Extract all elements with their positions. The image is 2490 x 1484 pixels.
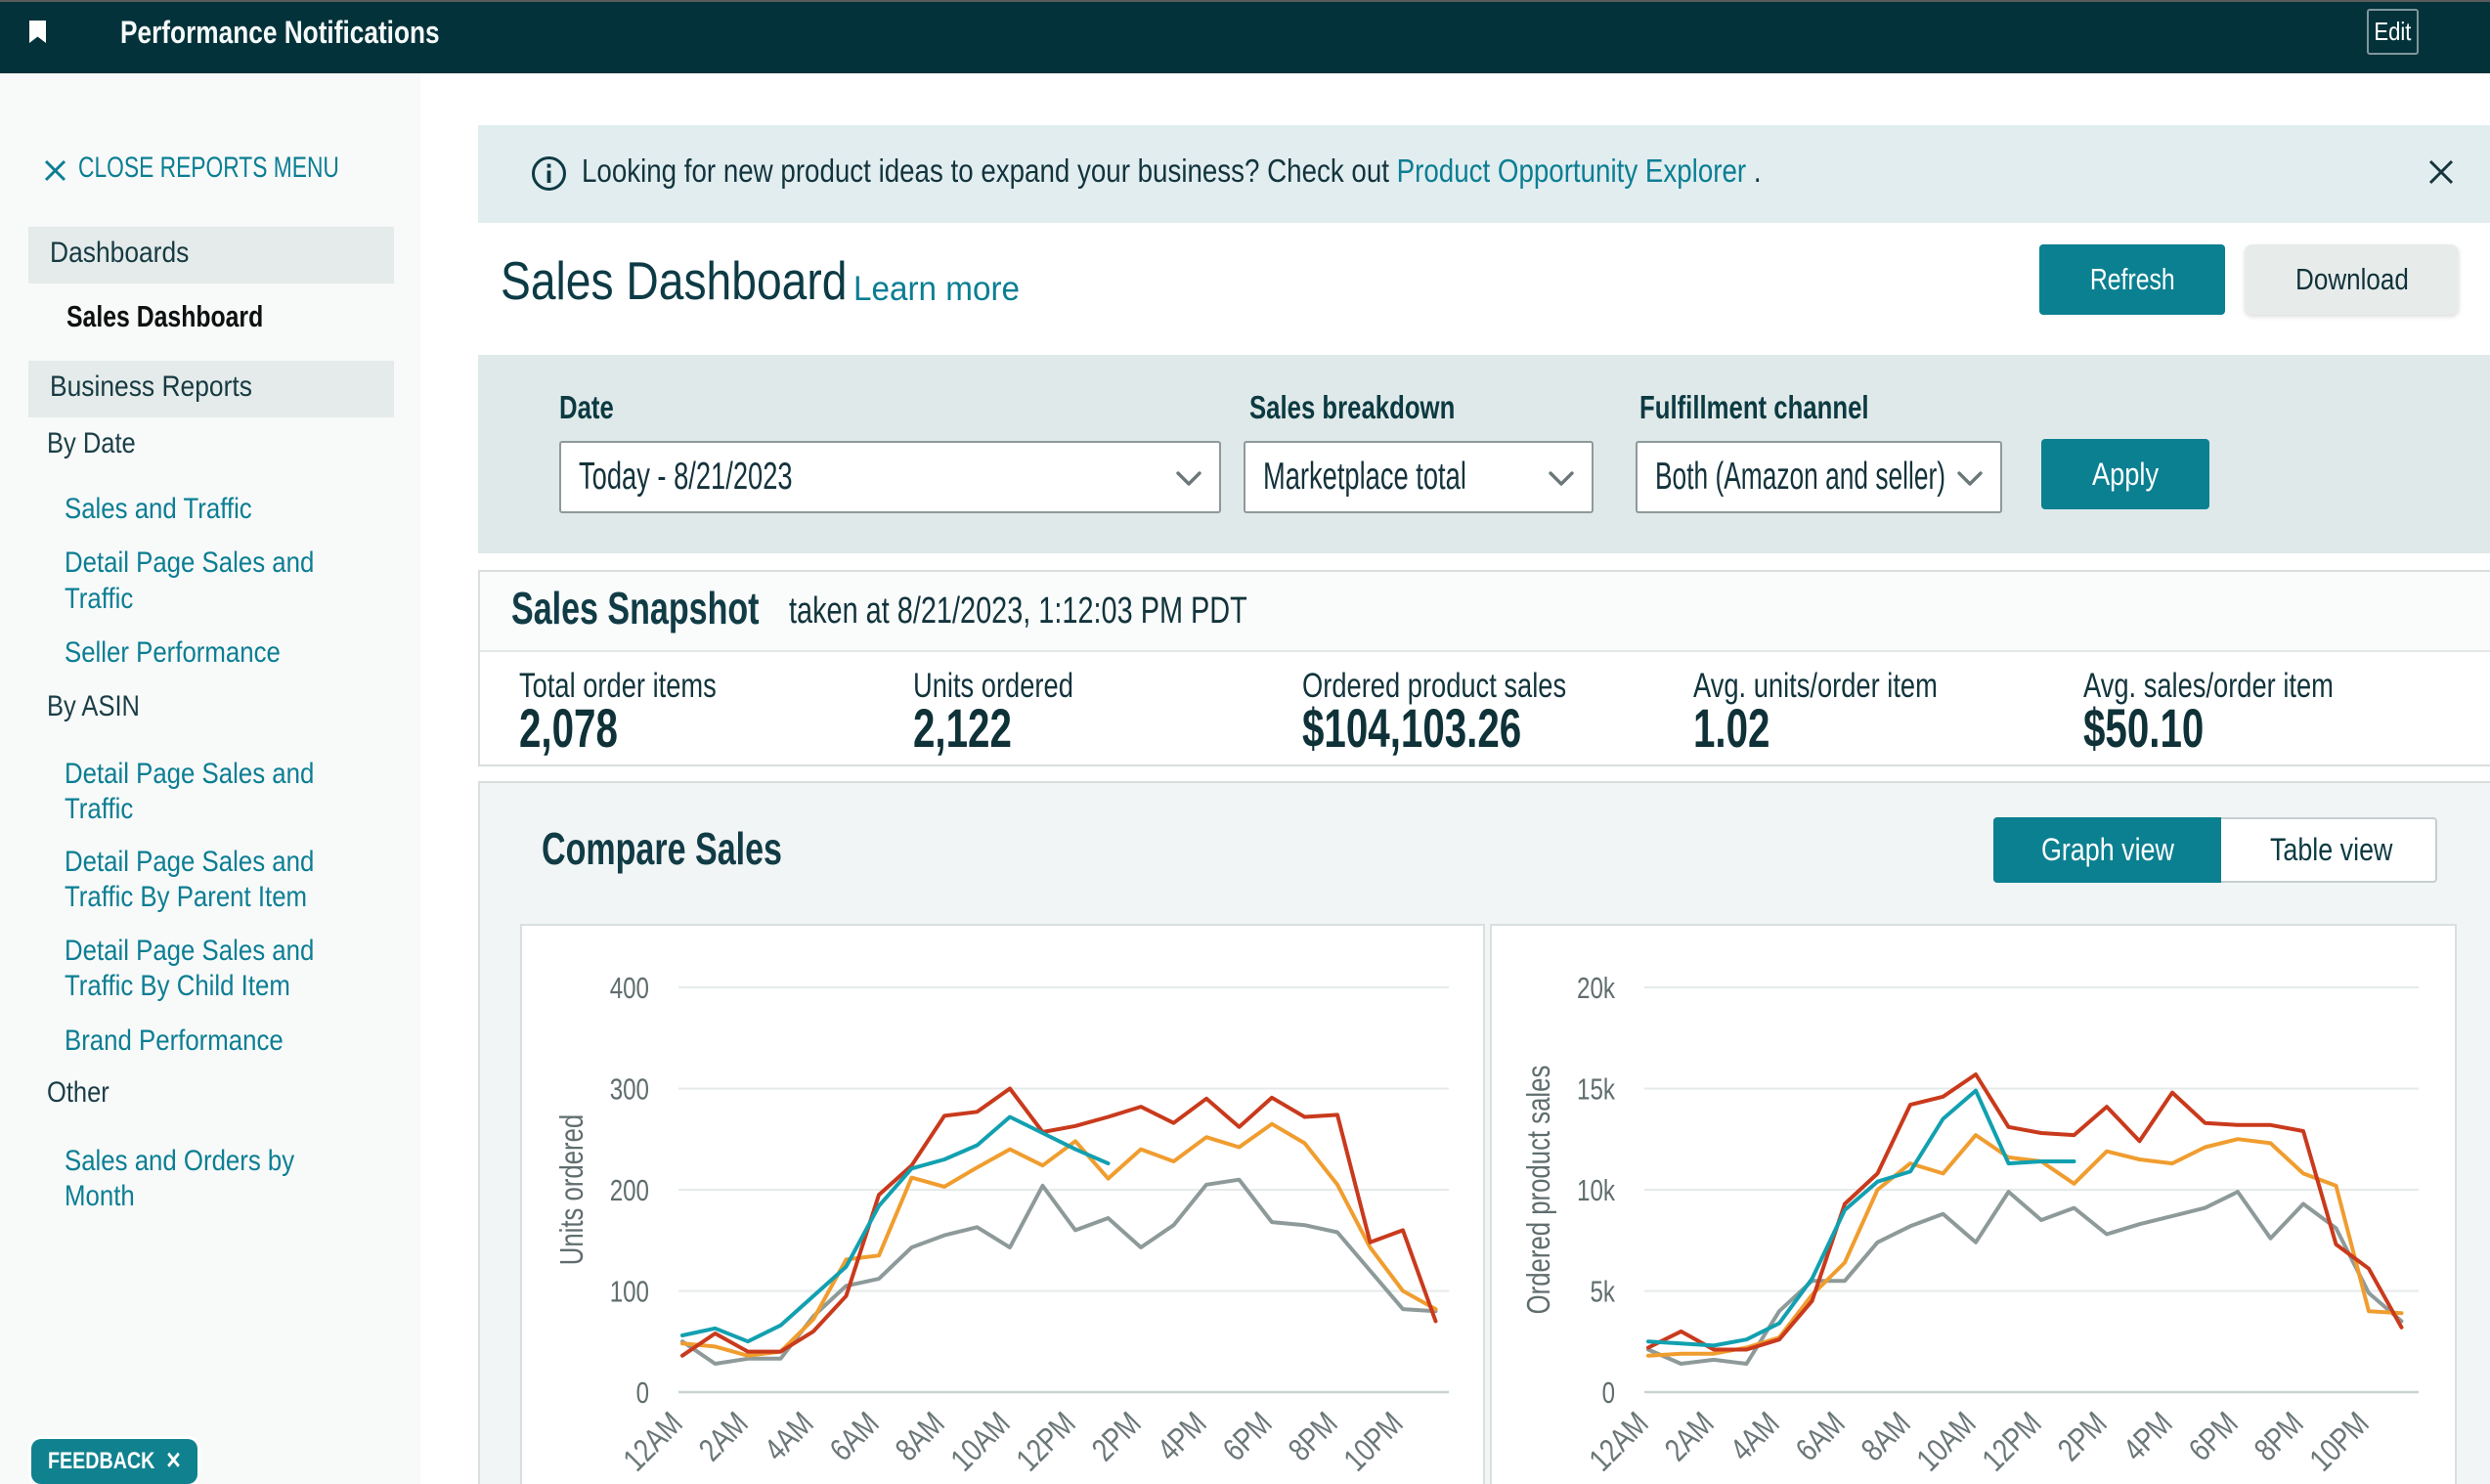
svg-text:4PM: 4PM (2116, 1405, 2179, 1468)
svg-text:8PM: 8PM (2247, 1405, 2310, 1468)
svg-text:8AM: 8AM (1854, 1405, 1917, 1468)
svg-text:2PM: 2PM (1084, 1405, 1148, 1468)
svg-text:0: 0 (636, 1375, 649, 1410)
svg-text:2PM: 2PM (2050, 1405, 2114, 1468)
svg-text:6AM: 6AM (822, 1405, 886, 1468)
svg-text:10k: 10k (1577, 1173, 1615, 1207)
svg-text:200: 200 (610, 1173, 649, 1207)
svg-text:Units ordered: Units ordered (553, 1114, 590, 1266)
svg-text:4PM: 4PM (1150, 1405, 1213, 1468)
svg-text:20k: 20k (1577, 971, 1615, 1005)
svg-text:0: 0 (1602, 1375, 1615, 1410)
svg-text:6PM: 6PM (2181, 1405, 2245, 1468)
svg-text:15k: 15k (1577, 1072, 1615, 1107)
svg-text:12PM: 12PM (1975, 1405, 2048, 1478)
svg-text:100: 100 (610, 1275, 649, 1309)
svg-text:400: 400 (610, 971, 649, 1005)
svg-text:8PM: 8PM (1281, 1405, 1344, 1468)
svg-text:300: 300 (610, 1072, 649, 1107)
svg-text:12AM: 12AM (616, 1405, 689, 1478)
svg-text:8AM: 8AM (888, 1405, 951, 1468)
svg-text:4AM: 4AM (1723, 1405, 1786, 1468)
svg-text:10PM: 10PM (1336, 1405, 1410, 1478)
svg-text:10PM: 10PM (2302, 1405, 2376, 1478)
svg-text:2AM: 2AM (691, 1405, 755, 1468)
svg-text:12PM: 12PM (1009, 1405, 1082, 1478)
svg-text:Ordered product sales: Ordered product sales (1520, 1066, 1556, 1315)
svg-text:10AM: 10AM (1909, 1405, 1983, 1478)
svg-text:5k: 5k (1591, 1275, 1616, 1309)
svg-text:12AM: 12AM (1582, 1405, 1655, 1478)
svg-text:2AM: 2AM (1657, 1405, 1721, 1468)
svg-text:6AM: 6AM (1788, 1405, 1852, 1468)
svg-text:4AM: 4AM (757, 1405, 820, 1468)
svg-text:10AM: 10AM (943, 1405, 1017, 1478)
svg-text:6PM: 6PM (1215, 1405, 1279, 1468)
